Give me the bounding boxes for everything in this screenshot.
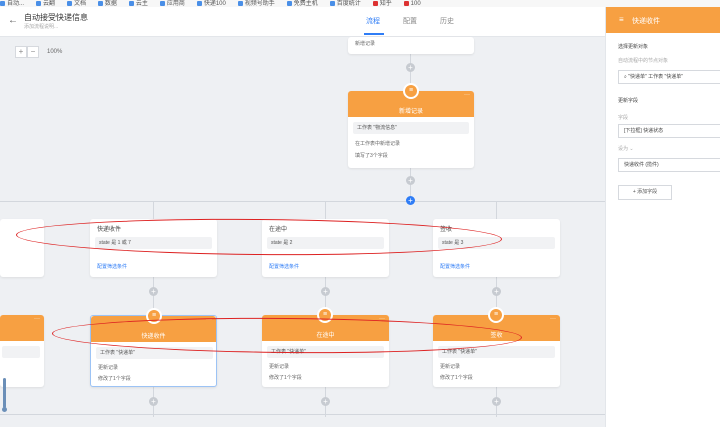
page-description[interactable]: 添加流程说明... <box>24 23 58 30</box>
connector <box>153 201 154 219</box>
condition-field: state 是 1 或 7 <box>95 237 212 249</box>
add-node-button[interactable]: + <box>321 287 330 296</box>
connector <box>325 201 326 219</box>
annotation-ellipse <box>15 216 503 258</box>
database-icon: ≡ <box>488 307 504 323</box>
set-value-dropdown[interactable]: 设为 ⌄ <box>618 145 634 152</box>
branch-condition-card[interactable]: 快递收件 state 是 1 或 7 配置筛选条件 <box>90 219 217 277</box>
more-icon[interactable]: ··· <box>550 316 556 322</box>
branch-condition-card[interactable]: 在途中 state 是 2 配置筛选条件 <box>262 219 389 277</box>
connector <box>496 201 497 219</box>
add-node-button[interactable]: + <box>149 397 158 406</box>
node-title: 在途中 <box>316 333 335 339</box>
config-filter-link[interactable]: 配置筛选条件 <box>97 263 127 270</box>
worksheet-field <box>2 346 40 358</box>
database-icon: ≡ <box>619 15 624 24</box>
node-title: 新增记录 <box>398 109 423 115</box>
worksheet-field: 工作表 "快递单" <box>96 347 213 359</box>
zoom-control: + − 100% <box>15 46 62 58</box>
update-object-select[interactable]: ⌕ "快递单" 工作表 "快递单" <box>618 70 720 84</box>
previous-node-card[interactable]: 新增记录 <box>348 37 474 54</box>
add-node-button[interactable]: + <box>406 63 415 72</box>
database-icon: ≡ <box>403 83 419 99</box>
workflow-header: ← 自动接受快递信息 添加流程说明... 流程 配置 历史 <box>0 7 605 37</box>
zoom-level: 100% <box>47 49 63 55</box>
add-node-button[interactable]: + <box>149 287 158 296</box>
more-icon[interactable]: ··· <box>464 92 470 98</box>
node-title: 快递收件 <box>141 334 166 340</box>
merge-connector <box>0 414 605 415</box>
condition-field: state 是 2 <box>267 237 384 249</box>
add-node-button[interactable]: + <box>406 176 415 185</box>
worksheet-field: 工作表 "物流信息" <box>353 122 469 134</box>
page-title: 自动接受快递信息 <box>24 13 88 22</box>
more-icon[interactable]: ··· <box>379 316 385 322</box>
node-config-panel: ≡ 快递收件 选择更新对象 自动流程中的节点对象 ⌕ "快递单" 工作表 "快递… <box>605 7 720 427</box>
new-record-node[interactable]: ≡ ··· 新增记录 工作表 "物流信息" 在工作表中新增记录 填写了3个字段 <box>348 83 474 168</box>
condition-field: state 是 3 <box>438 237 555 249</box>
update-record-node[interactable]: ≡ ··· 快递收件 工作表 "快递单" 更新记录 修改了1个字段 <box>90 308 217 387</box>
panel-title: 快递收件 <box>632 18 660 25</box>
database-icon: ≡ <box>317 307 333 323</box>
add-node-button[interactable]: + <box>321 397 330 406</box>
worksheet-field: 工作表 "快递单" <box>438 346 555 358</box>
branch-condition-card[interactable]: 签收 state 是 3 配置筛选条件 <box>433 219 560 277</box>
branch-card-partial[interactable] <box>0 219 44 277</box>
update-record-node[interactable]: ≡ ··· 签收 工作表 "快递单" 更新记录 修改了1个字段 <box>433 307 560 387</box>
worksheet-field: 工作表 "快递单" <box>267 346 384 358</box>
config-filter-link[interactable]: 配置筛选条件 <box>269 263 299 270</box>
bookmarks-bar: 自动... 云翻 文档 数据 云主 应用商 快递100 视频号助手 免费主机 百… <box>0 0 720 7</box>
field-select[interactable]: [下拉框] 快递状态 <box>618 124 720 138</box>
zoom-out-button[interactable]: − <box>27 46 39 58</box>
database-icon: ≡ <box>146 308 162 324</box>
active-tab-indicator <box>364 33 384 35</box>
tab-flow[interactable]: 流程 <box>366 16 380 26</box>
tab-history[interactable]: 历史 <box>440 16 454 26</box>
set-value-select[interactable]: 快递收件 (揽件) <box>618 158 720 172</box>
thermometer-icon <box>2 378 7 412</box>
action-card-partial[interactable]: ··· <box>0 315 44 387</box>
update-record-node[interactable]: ≡ ··· 在途中 工作表 "快递单" 更新记录 修改了1个字段 <box>262 307 389 387</box>
arrow-left-icon[interactable]: ← <box>8 15 18 26</box>
add-field-button[interactable]: + 添加字段 <box>618 185 672 200</box>
add-node-button[interactable]: + <box>492 397 501 406</box>
more-icon[interactable]: ··· <box>206 317 212 323</box>
add-node-button[interactable]: + <box>492 287 501 296</box>
tab-config[interactable]: 配置 <box>403 16 417 26</box>
node-title: 签收 <box>490 333 503 339</box>
zoom-in-button[interactable]: + <box>15 46 27 58</box>
branch-connector <box>0 201 605 202</box>
more-icon[interactable]: ··· <box>34 316 40 322</box>
config-filter-link[interactable]: 配置筛选条件 <box>440 263 470 270</box>
add-branch-button[interactable]: + <box>406 196 415 205</box>
